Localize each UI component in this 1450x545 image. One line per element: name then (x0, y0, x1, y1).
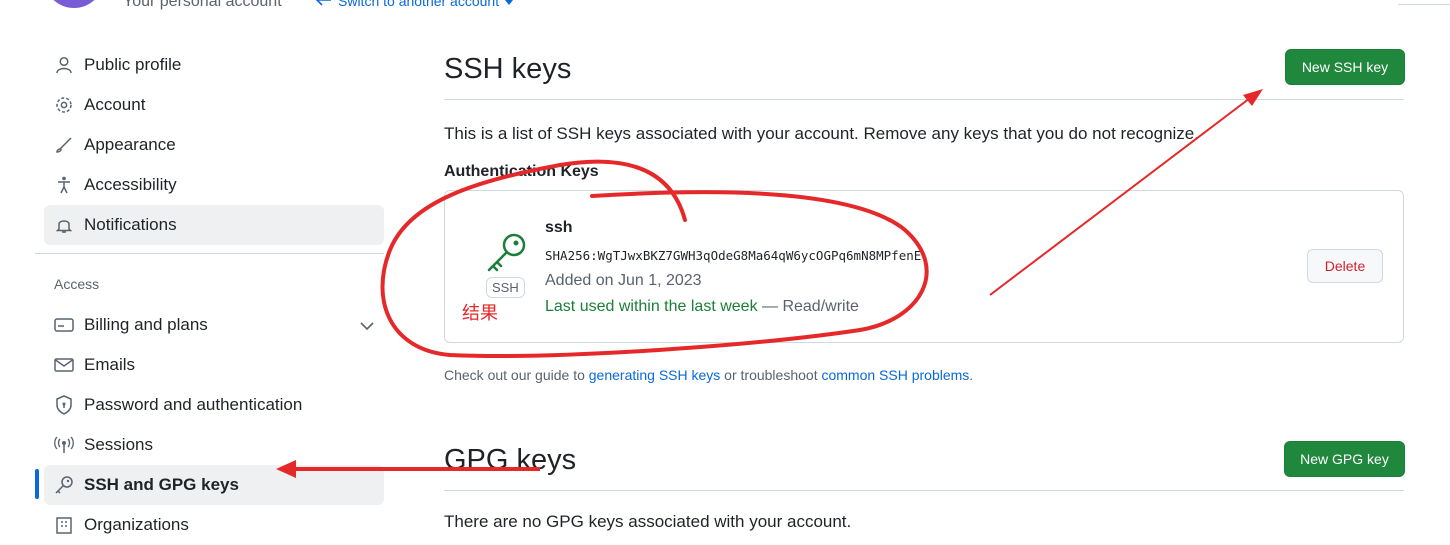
chevron-down-icon[interactable] (360, 316, 374, 336)
ssh-keys-title: SSH keys (444, 53, 572, 85)
sidebar-item-sessions[interactable]: Sessions (44, 425, 384, 465)
ssh-badge: SSH (486, 277, 525, 298)
sidebar-item-label: Account (84, 95, 146, 114)
sidebar-item-label: Emails (84, 355, 136, 374)
sidebar-item-ssh-gpg-keys[interactable]: SSH and GPG keys (44, 465, 384, 505)
sidebar-item-emails[interactable]: Emails (44, 345, 384, 385)
sidebar-item-label: Password and authentication (84, 395, 303, 414)
sidebar-item-label: Public profile (84, 55, 182, 74)
broadcast-icon (54, 435, 74, 455)
organization-icon (54, 515, 74, 535)
key-icon (54, 475, 74, 495)
ssh-key-item: SSH ssh SHA256:WgTJwxBKZ7GWH3qOdeG8Ma64q… (444, 190, 1404, 343)
sidebar-item-appearance[interactable]: Appearance (44, 125, 384, 165)
generating-ssh-keys-link[interactable]: generating SSH keys (589, 367, 721, 383)
annotation-note: 结果 (462, 303, 498, 323)
sidebar-item-password[interactable]: Password and authentication (44, 385, 384, 425)
top-divider (1398, 4, 1450, 5)
ssh-description: This is a list of SSH keys associated wi… (444, 124, 1199, 143)
new-ssh-key-button[interactable]: New SSH key (1285, 49, 1405, 85)
credit-card-icon (54, 315, 74, 335)
help-middle: or troubleshoot (720, 367, 822, 383)
mail-icon (54, 355, 74, 375)
sidebar-item-organizations[interactable]: Organizations (44, 505, 384, 545)
paintbrush-icon (54, 135, 74, 155)
sidebar-item-notifications[interactable]: Notifications (44, 205, 384, 245)
key-title: ssh (545, 219, 573, 236)
sidebar-item-account[interactable]: Account (44, 85, 384, 125)
bell-icon (54, 215, 74, 235)
sidebar-item-accessibility[interactable]: Accessibility (44, 165, 384, 205)
sidebar-item-label: Organizations (84, 515, 189, 534)
gpg-title-divider (444, 490, 1404, 491)
sidebar-item-label: Sessions (84, 435, 153, 454)
shield-lock-icon (54, 395, 74, 415)
key-last-used: Last used within the last week — Read/wr… (545, 298, 859, 316)
key-fingerprint: SHA256:WgTJwxBKZ7GWH3qOdeG8Ma64qW6ycOGPq… (545, 248, 922, 263)
sidebar-item-label: SSH and GPG keys (84, 475, 239, 494)
delete-key-button[interactable]: Delete (1307, 249, 1383, 283)
key-added-date: Added on Jun 1, 2023 (545, 272, 702, 289)
caret-down-icon (505, 0, 514, 9)
key-last-used-label: Last used within the last week (545, 298, 758, 315)
sidebar-item-label: Accessibility (84, 175, 177, 194)
accessibility-icon (54, 175, 74, 195)
sidebar-item-label: Billing and plans (84, 315, 208, 334)
gpg-keys-title: GPG keys (444, 444, 577, 476)
sidebar-item-billing[interactable]: Billing and plans (44, 305, 384, 345)
active-indicator (35, 469, 39, 499)
person-icon (54, 55, 74, 75)
sidebar-divider (35, 253, 384, 254)
help-suffix: . (969, 367, 974, 383)
ssh-help-text: Check out our guide to generating SSH ke… (444, 367, 973, 383)
settings-sidebar: Public profile Account Appearance Access… (0, 0, 400, 534)
key-access-level: — Read/write (757, 298, 859, 315)
annotation-arrowhead-new-key (1243, 89, 1263, 106)
sidebar-item-public-profile[interactable]: Public profile (44, 45, 384, 85)
sidebar-item-label: Notifications (84, 215, 177, 234)
authentication-keys-heading: Authentication Keys (444, 163, 599, 180)
common-ssh-problems-link[interactable]: common SSH problems (821, 367, 969, 383)
key-icon (485, 231, 529, 280)
sidebar-section-access: Access (54, 276, 100, 292)
gear-icon (54, 95, 74, 115)
sidebar-item-label: Appearance (84, 135, 176, 154)
gpg-description: There are no GPG keys associated with yo… (444, 512, 852, 531)
ssh-title-divider (444, 99, 1404, 100)
new-gpg-key-button[interactable]: New GPG key (1284, 441, 1405, 477)
help-prefix: Check out our guide to (444, 367, 589, 383)
